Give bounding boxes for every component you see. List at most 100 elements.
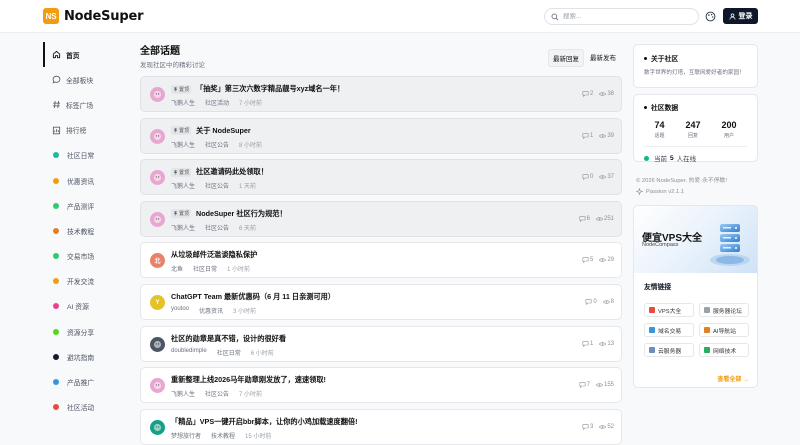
sidebar-item-reviews[interactable]: 产品测评 bbox=[43, 193, 133, 218]
link-ai-nav[interactable]: AI导航站 bbox=[699, 323, 749, 337]
search-box[interactable] bbox=[544, 8, 699, 25]
topic-stats: 1 13 bbox=[582, 341, 614, 347]
avatar[interactable] bbox=[150, 128, 165, 144]
topic-title-row: 重新整理上线2026马年勋章刚发放了，速速领取! bbox=[171, 375, 326, 385]
topic-author[interactable]: 北鱼 bbox=[171, 264, 183, 273]
sidebar-item-events[interactable]: 社区活动 bbox=[43, 395, 133, 420]
palette-icon[interactable] bbox=[705, 11, 716, 22]
link-server-forum[interactable]: 服务器论坛 bbox=[699, 303, 749, 317]
about-card: 关于社区 数字世界的灯塔，互联网爱好者的家园！ bbox=[633, 44, 758, 88]
topic-stats: 1 39 bbox=[582, 133, 614, 139]
topic-author[interactable]: doubledimple bbox=[171, 348, 207, 357]
comment-count: 7 bbox=[579, 382, 590, 389]
topic-category[interactable]: 社区公告 bbox=[205, 140, 229, 149]
comment-value: 6 bbox=[586, 215, 590, 222]
server-stack-icon bbox=[710, 224, 750, 266]
sidebar-item-all-boards[interactable]: 全部板块 bbox=[43, 67, 133, 92]
avatar[interactable]: 北 bbox=[150, 253, 165, 269]
sidebar-item-ranking[interactable]: 排行榜 bbox=[43, 118, 133, 143]
link-network-tech[interactable]: 网络技术 bbox=[699, 343, 749, 357]
topic-category[interactable]: 社区活动 bbox=[205, 98, 229, 107]
view-all-link[interactable]: 查看全部 → bbox=[717, 374, 749, 383]
avatar-face-icon bbox=[153, 340, 162, 348]
topic-category[interactable]: 社区公告 bbox=[205, 181, 229, 190]
topic-meta: 飞鹅人生 社区公告 6 天前 bbox=[171, 223, 256, 232]
topic-author[interactable]: 飞鹅人生 bbox=[171, 389, 195, 398]
sidebar-item-tutorials[interactable]: 技术教程 bbox=[43, 218, 133, 243]
sidebar-item-deals[interactable]: 优惠资讯 bbox=[43, 168, 133, 193]
topic-card[interactable]: 重新整理上线2026马年勋章刚发放了，速速领取! 飞鹅人生 社区公告 7 小时前 7 15… bbox=[140, 367, 622, 404]
topic-card[interactable]: 置顶 社区邀请码此处领取！ 飞鹅人生 社区公告 1 天前 0 37 bbox=[140, 159, 622, 196]
eye-icon bbox=[595, 383, 603, 387]
topic-title[interactable]: 社区邀请码此处领取！ bbox=[196, 167, 268, 177]
view-count: 29 bbox=[599, 257, 614, 263]
topic-category[interactable]: 优惠资讯 bbox=[199, 306, 223, 315]
topic-card[interactable]: 北 从垃圾邮件泛滥谈隐私保护 北鱼 社区日常 1 小时前 5 29 bbox=[140, 242, 622, 279]
site-logo[interactable]: NS NodeSuper bbox=[43, 8, 143, 24]
view-value: 52 bbox=[607, 423, 614, 430]
topic-author[interactable]: 飞鹅人生 bbox=[171, 98, 195, 107]
topic-card[interactable]: 社区的勋章是真不错，设计的很好看 doubledimple 社区日常 6 小时前 1 13 bbox=[140, 325, 622, 362]
comment-count: 2 bbox=[582, 91, 593, 97]
topic-category[interactable]: 社区日常 bbox=[217, 348, 241, 357]
topic-author[interactable]: youtoo bbox=[171, 306, 189, 315]
avatar[interactable] bbox=[150, 87, 165, 102]
topic-card[interactable]: Y ChatGPT Team 最新优惠码（6 月 11 日亲测可用） youtoo 优… bbox=[140, 284, 622, 320]
link-domain-trade[interactable]: 域名交易 bbox=[644, 323, 694, 337]
topic-card[interactable]: 置顶 「抽奖」第三次六数字精品靓号xyz域名一年！ 飞鹅人生 社区活动 7 小时前 2 38 bbox=[140, 76, 622, 112]
topic-author[interactable]: 飞鹅人生 bbox=[171, 181, 195, 190]
avatar-initial: Y bbox=[155, 299, 160, 306]
topic-author[interactable]: 飞鹅人生 bbox=[171, 223, 195, 232]
sidebar-item-ai[interactable]: AI 资源 bbox=[43, 294, 133, 319]
avatar[interactable] bbox=[150, 378, 165, 394]
topic-category[interactable]: 社区日常 bbox=[193, 264, 217, 273]
topic-category[interactable]: 社区公告 bbox=[205, 389, 229, 398]
topic-title[interactable]: 从垃圾邮件泛滥谈隐私保护 bbox=[171, 250, 257, 260]
search-input[interactable] bbox=[563, 13, 683, 20]
sidebar-item-dev[interactable]: 开发交流 bbox=[43, 269, 133, 294]
topic-title[interactable]: 「精品」VPS一键开启bbr脚本，让你的小鸡加载速度翻倍! bbox=[171, 417, 357, 427]
view-value: 251 bbox=[603, 215, 614, 222]
pin-icon bbox=[173, 211, 178, 217]
view-count: 38 bbox=[599, 91, 614, 97]
topic-title[interactable]: NodeSuper 社区行为规范！ bbox=[196, 209, 287, 219]
topic-title[interactable]: 「抽奖」第三次六数字精品靓号xyz域名一年！ bbox=[196, 84, 344, 94]
login-button[interactable]: 登录 bbox=[723, 8, 758, 24]
link-icon bbox=[649, 307, 655, 313]
sidebar-item-promotion[interactable]: 产品推广 bbox=[43, 369, 133, 394]
sort-latest-post[interactable]: 最新发布 bbox=[586, 49, 620, 67]
topic-author[interactable]: 飞鹅人生 bbox=[171, 140, 195, 149]
avatar[interactable] bbox=[150, 211, 165, 227]
comment-value: 2 bbox=[589, 91, 594, 97]
topic-card[interactable]: 置顶 关于 NodeSuper 飞鹅人生 社区公告 8 小时前 1 39 bbox=[140, 117, 622, 154]
link-cloud-server[interactable]: 云服务器 bbox=[644, 343, 694, 357]
sidebar-item-label: 社区活动 bbox=[67, 405, 95, 413]
topic-author[interactable]: 梦想旅行者 bbox=[171, 431, 201, 440]
topic-card[interactable]: 「精品」VPS一键开启bbr脚本，让你的小鸡加载速度翻倍! 梦想旅行者 技术教程 15… bbox=[140, 408, 622, 445]
comment-icon bbox=[582, 424, 589, 430]
topic-category[interactable]: 社区公告 bbox=[205, 223, 229, 232]
sidebar-item-pitfalls[interactable]: 避坑指南 bbox=[43, 344, 133, 369]
avatar[interactable]: Y bbox=[150, 295, 165, 310]
sort-latest-reply[interactable]: 最新回复 bbox=[548, 49, 584, 67]
view-value: 38 bbox=[607, 91, 614, 97]
topic-category[interactable]: 技术教程 bbox=[211, 431, 235, 440]
sidebar-item-resources[interactable]: 资源分享 bbox=[43, 319, 133, 344]
sidebar-item-community-daily[interactable]: 社区日常 bbox=[43, 143, 133, 168]
avatar[interactable] bbox=[150, 336, 165, 352]
sidebar-item-home[interactable]: 首页 bbox=[43, 42, 133, 68]
topic-title[interactable]: 社区的勋章是真不错，设计的很好看 bbox=[171, 334, 286, 344]
sidebar-item-tags[interactable]: 标签广场 bbox=[43, 92, 133, 117]
topic-title[interactable]: ChatGPT Team 最新优惠码（6 月 11 日亲测可用） bbox=[171, 292, 335, 302]
view-count: 39 bbox=[599, 133, 614, 139]
topic-feed: 全部话题 发现社区中的精彩讨论 最新回复 最新发布 bbox=[140, 42, 622, 69]
topic-title[interactable]: 关于 NodeSuper bbox=[196, 126, 251, 136]
avatar[interactable] bbox=[150, 170, 165, 186]
ad-banner[interactable]: 便宜VPS大全 NodeCompass bbox=[633, 205, 758, 273]
topic-title[interactable]: 重新整理上线2026马年勋章刚发放了，速速领取! bbox=[171, 375, 326, 385]
link-vps[interactable]: VPS大全 bbox=[644, 303, 694, 317]
topic-card[interactable]: 置顶 NodeSuper 社区行为规范！ 飞鹅人生 社区公告 6 天前 6 251 bbox=[140, 200, 622, 237]
avatar[interactable] bbox=[150, 419, 165, 435]
stats-title: 社区数据 bbox=[644, 102, 747, 112]
sidebar-item-market[interactable]: 交易市场 bbox=[43, 244, 133, 269]
